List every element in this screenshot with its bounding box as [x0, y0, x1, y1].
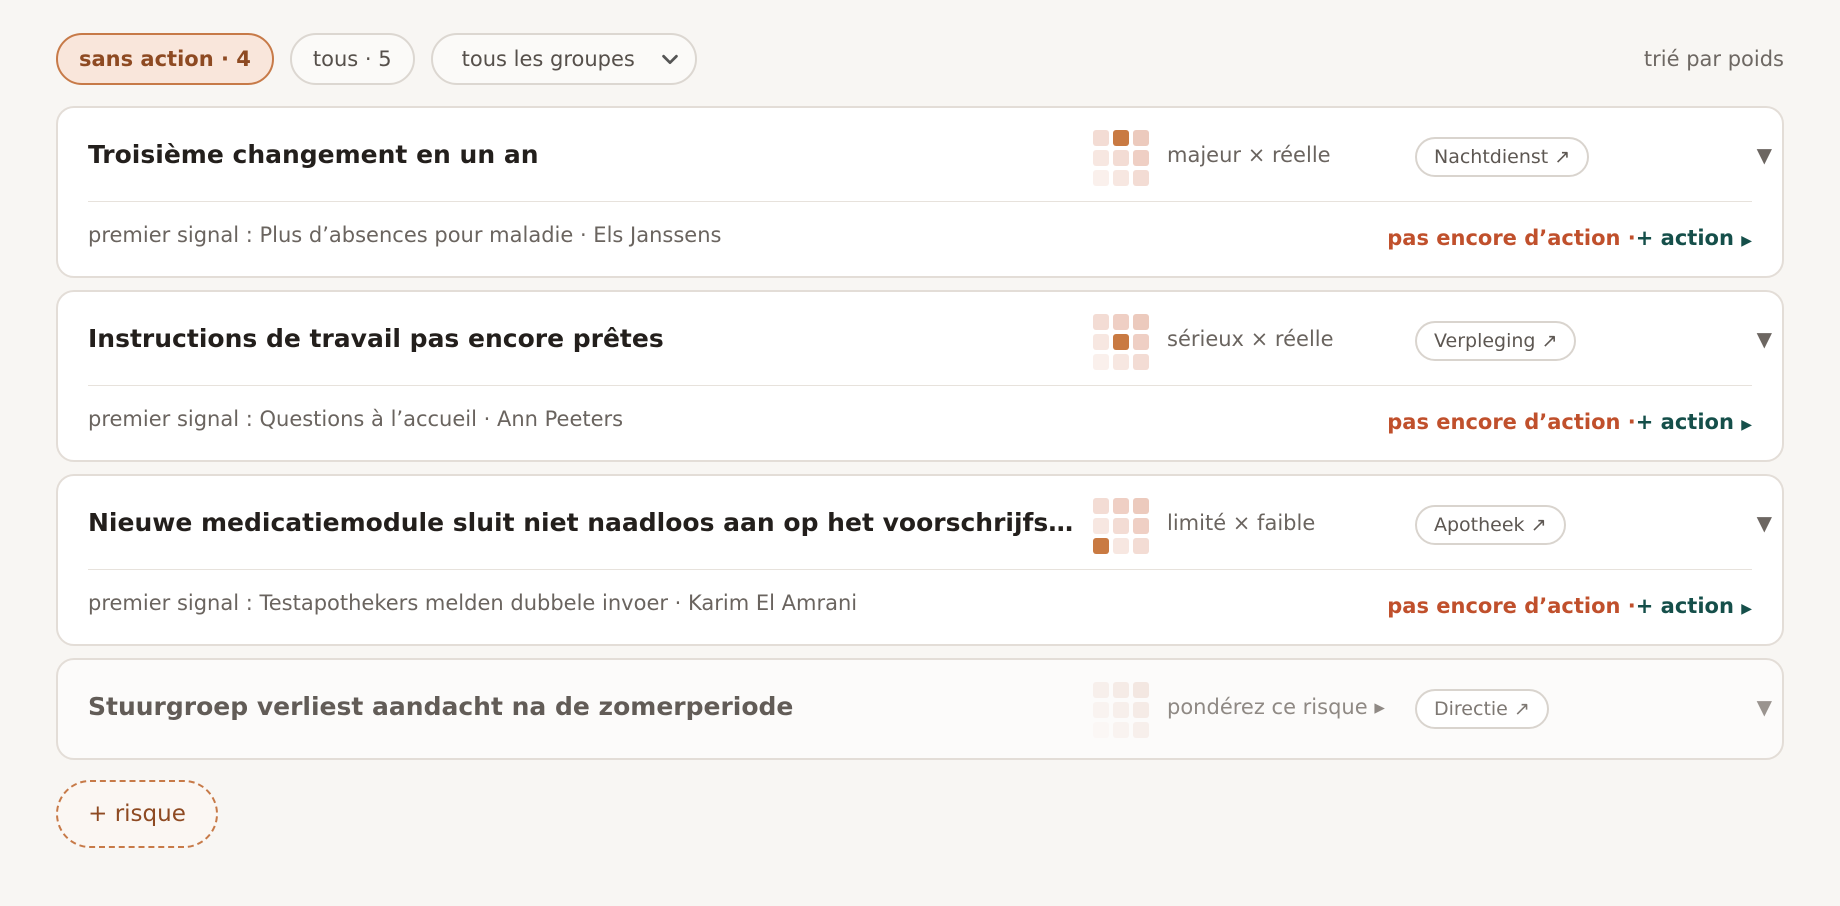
triangle-right-icon: ▶ [1741, 417, 1752, 433]
expand-icon[interactable]: ▼ [1757, 108, 1772, 202]
matrix-cell [1093, 702, 1109, 718]
severity-label[interactable]: limité × faible [1167, 476, 1315, 570]
weigh-risk-link[interactable]: pondérez ce risque ▸ [1167, 660, 1385, 754]
expand-icon[interactable]: ▼ [1757, 660, 1772, 754]
matrix-cell [1133, 130, 1149, 146]
matrix-cell [1113, 682, 1129, 698]
sort-label: trié par poids [1643, 47, 1784, 71]
matrix-cell [1093, 538, 1109, 554]
risk-title[interactable]: Stuurgroep verliest aandacht na de zomer… [88, 660, 1088, 754]
matrix-cell [1093, 498, 1109, 514]
filter-toolbar: sans action · 4 tous · 5 tous les groupe… [56, 33, 1784, 85]
chevron-down-icon [661, 54, 678, 65]
add-action-link[interactable]: + action [1636, 410, 1734, 434]
group-link[interactable]: Directie ↗ [1415, 689, 1549, 729]
first-signal: premier signal : Questions à l’accueil ·… [88, 407, 624, 431]
matrix-cell [1113, 518, 1129, 534]
triangle-right-icon: ▶ [1741, 601, 1752, 617]
matrix-cell [1133, 334, 1149, 350]
matrix-cell [1113, 314, 1129, 330]
risk-title[interactable]: Nieuwe medicatiemodule sluit niet naadlo… [88, 476, 1088, 570]
risk-matrix-icon [1093, 130, 1149, 186]
risk-card: Stuurgroep verliest aandacht na de zomer… [56, 658, 1784, 760]
matrix-cell [1093, 150, 1109, 166]
risk-matrix-icon [1093, 682, 1149, 738]
group-link[interactable]: Nachtdienst ↗ [1415, 137, 1590, 177]
matrix-cell [1113, 354, 1129, 370]
expand-icon[interactable]: ▼ [1757, 292, 1772, 386]
risk-card: Troisième changement en un an majeur × r… [56, 106, 1784, 278]
action-status: pas encore d’action ·+ action ▶ [1387, 386, 1752, 458]
matrix-cell [1133, 702, 1149, 718]
matrix-cell [1113, 702, 1129, 718]
risk-register: sans action · 4 tous · 5 tous les groupe… [0, 0, 1840, 906]
matrix-cell [1093, 518, 1109, 534]
risk-title[interactable]: Troisième changement en un an [88, 108, 1088, 202]
risk-matrix-icon [1093, 498, 1149, 554]
filter-all-chip[interactable]: tous · 5 [289, 33, 415, 85]
matrix-cell [1113, 538, 1129, 554]
group-select-label: tous les groupes [461, 47, 635, 71]
matrix-cell [1113, 498, 1129, 514]
matrix-cell [1133, 314, 1149, 330]
no-action-label: pas encore d’action · [1387, 226, 1636, 250]
matrix-cell [1133, 170, 1149, 186]
matrix-cell [1093, 354, 1109, 370]
matrix-cell [1133, 682, 1149, 698]
matrix-cell [1113, 334, 1129, 350]
action-status: pas encore d’action ·+ action ▶ [1387, 570, 1752, 642]
expand-icon[interactable]: ▼ [1757, 476, 1772, 570]
matrix-cell [1093, 130, 1109, 146]
matrix-cell [1133, 498, 1149, 514]
risk-title[interactable]: Instructions de travail pas encore prête… [88, 292, 1088, 386]
first-signal: premier signal : Testapothekers melden d… [88, 591, 858, 615]
group-select[interactable]: tous les groupes [430, 33, 697, 85]
matrix-cell [1093, 314, 1109, 330]
matrix-cell [1093, 170, 1109, 186]
no-action-label: pas encore d’action · [1387, 410, 1636, 434]
matrix-cell [1093, 334, 1109, 350]
risk-matrix-icon [1093, 314, 1149, 370]
matrix-cell [1133, 518, 1149, 534]
severity-label[interactable]: sérieux × réelle [1167, 292, 1334, 386]
matrix-cell [1113, 170, 1129, 186]
matrix-cell [1093, 722, 1109, 738]
risk-card: Nieuwe medicatiemodule sluit niet naadlo… [56, 474, 1784, 646]
group-link[interactable]: Apotheek ↗ [1415, 505, 1566, 545]
matrix-cell [1113, 130, 1129, 146]
filter-no-action-chip[interactable]: sans action · 4 [56, 33, 274, 85]
add-action-link[interactable]: + action [1636, 594, 1734, 618]
matrix-cell [1113, 150, 1129, 166]
add-action-link[interactable]: + action [1636, 226, 1734, 250]
first-signal: premier signal : Plus d’absences pour ma… [88, 223, 722, 247]
severity-label[interactable]: majeur × réelle [1167, 108, 1331, 202]
add-risk-button[interactable]: + risque [56, 780, 218, 848]
no-action-label: pas encore d’action · [1387, 594, 1636, 618]
matrix-cell [1133, 150, 1149, 166]
triangle-right-icon: ▶ [1741, 233, 1752, 249]
matrix-cell [1133, 538, 1149, 554]
matrix-cell [1133, 722, 1149, 738]
risk-card: Instructions de travail pas encore prête… [56, 290, 1784, 462]
group-link[interactable]: Verpleging ↗ [1415, 321, 1577, 361]
matrix-cell [1133, 354, 1149, 370]
matrix-cell [1093, 682, 1109, 698]
action-status: pas encore d’action ·+ action ▶ [1387, 202, 1752, 274]
matrix-cell [1113, 722, 1129, 738]
